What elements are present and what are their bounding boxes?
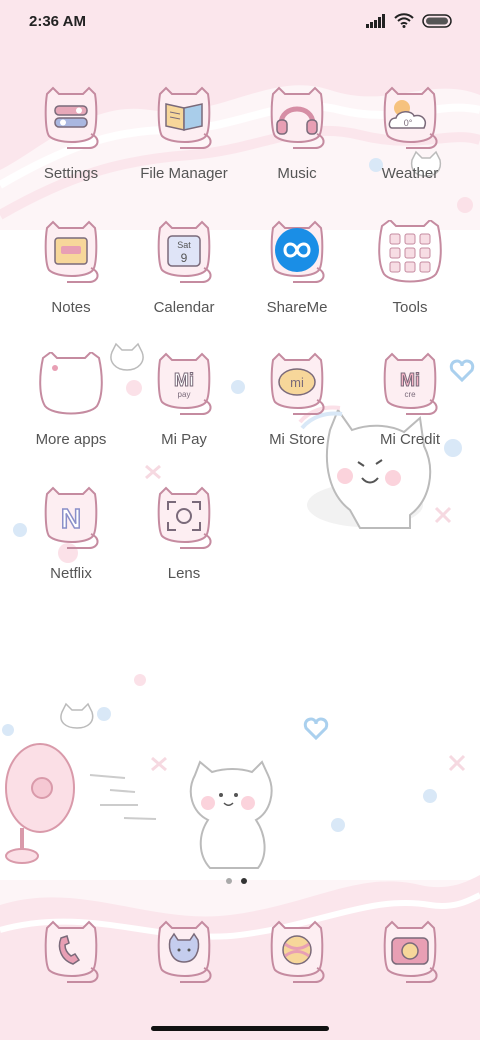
app-label: Weather bbox=[381, 165, 439, 182]
mi-store-glyph: mi bbox=[290, 375, 304, 390]
weather-temp: 0° bbox=[404, 118, 413, 128]
mi-credit-glyph: Mi bbox=[400, 370, 420, 390]
app-label: More apps bbox=[35, 431, 107, 448]
app-mi-store[interactable]: mi Mi Store bbox=[241, 352, 353, 448]
page-indicator bbox=[226, 878, 247, 884]
app-calendar[interactable]: Sat 9 Calendar bbox=[128, 220, 240, 316]
app-settings[interactable]: Settings bbox=[15, 86, 127, 182]
phone-icon bbox=[44, 920, 99, 983]
page-dot[interactable] bbox=[226, 878, 232, 884]
weather-icon: 0° bbox=[383, 86, 438, 149]
status-time: 2:36 AM bbox=[29, 13, 86, 30]
tools-folder-icon bbox=[378, 218, 442, 283]
shareme-icon bbox=[270, 220, 325, 283]
home-indicator[interactable] bbox=[151, 1026, 329, 1031]
signal-icon bbox=[366, 13, 385, 28]
app-label: Mi Store bbox=[269, 431, 325, 448]
mi-credit-sub: cre bbox=[404, 390, 416, 399]
dock-browser[interactable] bbox=[263, 920, 331, 988]
app-label: Netflix bbox=[50, 565, 92, 582]
app-mi-pay[interactable]: Mi pay Mi Pay bbox=[128, 352, 240, 448]
app-label: ShareMe bbox=[266, 299, 328, 316]
app-notes[interactable]: Notes bbox=[15, 220, 127, 316]
dock-phone[interactable] bbox=[37, 920, 105, 988]
page-dot-active[interactable] bbox=[241, 878, 247, 884]
app-lens[interactable]: Lens bbox=[128, 486, 240, 582]
camera-icon bbox=[383, 920, 438, 983]
more-apps-folder-icon bbox=[39, 350, 103, 415]
status-bar: 2:36 AM bbox=[0, 0, 480, 44]
mi-pay-glyph: Mi bbox=[174, 370, 194, 390]
lens-icon bbox=[157, 486, 212, 549]
app-label: Mi Credit bbox=[379, 431, 440, 448]
file-manager-icon bbox=[157, 86, 212, 149]
app-shareme[interactable]: ShareMe bbox=[241, 220, 353, 316]
app-music[interactable]: Music bbox=[241, 86, 353, 182]
wifi-icon bbox=[394, 13, 414, 28]
folder-tools[interactable]: Tools bbox=[354, 218, 466, 316]
calendar-date: 9 bbox=[181, 251, 188, 265]
folder-more-apps[interactable]: More apps bbox=[15, 350, 127, 448]
app-label: Notes bbox=[51, 299, 91, 316]
mi-store-icon: mi bbox=[270, 352, 325, 415]
dock-messages[interactable] bbox=[150, 920, 218, 988]
messages-icon bbox=[157, 920, 212, 983]
notes-icon bbox=[44, 220, 99, 283]
mi-pay-icon: Mi pay bbox=[157, 352, 212, 415]
mi-pay-sub: pay bbox=[178, 390, 191, 399]
calendar-icon: Sat 9 bbox=[157, 220, 212, 283]
browser-icon bbox=[270, 920, 325, 983]
app-label: Calendar bbox=[153, 299, 215, 316]
app-label: File Manager bbox=[140, 165, 228, 182]
netflix-icon: N bbox=[44, 486, 99, 549]
app-file-manager[interactable]: File Manager bbox=[128, 86, 240, 182]
status-icons bbox=[366, 13, 452, 28]
app-label: Settings bbox=[43, 165, 99, 182]
mi-credit-icon: Mi cre bbox=[383, 352, 438, 415]
battery-icon bbox=[422, 13, 452, 28]
dock-camera[interactable] bbox=[376, 920, 444, 988]
app-mi-credit[interactable]: Mi cre Mi Credit bbox=[354, 352, 466, 448]
headphones-icon bbox=[270, 86, 325, 149]
calendar-day: Sat bbox=[177, 240, 191, 250]
app-label: Tools bbox=[392, 299, 428, 316]
netflix-glyph: N bbox=[61, 503, 81, 534]
app-label: Lens bbox=[167, 565, 201, 582]
app-label: Mi Pay bbox=[161, 431, 207, 448]
settings-icon bbox=[44, 86, 99, 149]
app-weather[interactable]: 0° Weather bbox=[354, 86, 466, 182]
app-label: Music bbox=[277, 165, 317, 182]
app-netflix[interactable]: N Netflix bbox=[15, 486, 127, 582]
